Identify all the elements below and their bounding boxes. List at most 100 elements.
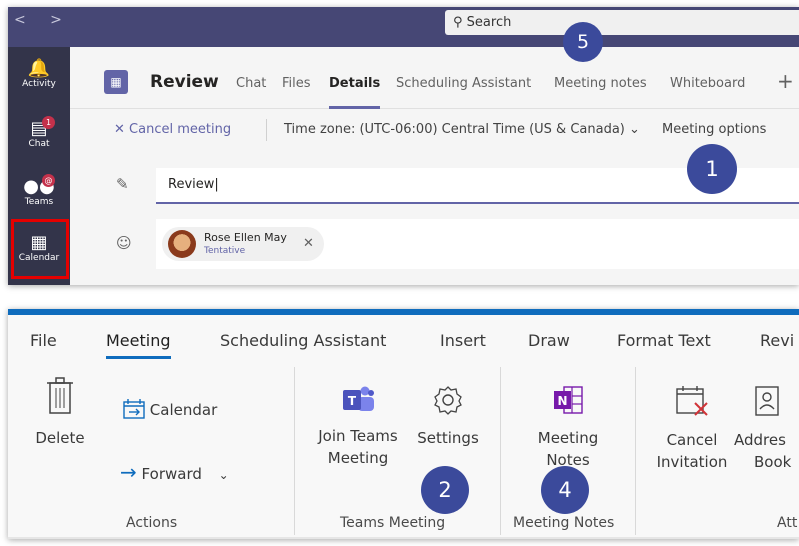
calendar-forward-icon — [123, 399, 145, 419]
group-divider — [500, 367, 501, 535]
group-label-meeting-notes: Meeting Notes — [513, 515, 615, 531]
trash-icon — [47, 377, 73, 414]
teams-meeting-window: < > ⚲ Search 🔔 Activity ▤ 1 Chat ●● @ Te… — [8, 7, 799, 285]
join-teams-label-2: Meeting — [327, 449, 389, 467]
add-tab-button[interactable]: + — [777, 69, 794, 93]
rail-item-chat[interactable]: ▤ 1 Chat — [8, 116, 70, 149]
history-arrows[interactable]: < > — [14, 12, 72, 28]
ribbon-tab-strip: File Meeting Scheduling Assistant Insert… — [8, 315, 799, 363]
group-divider — [635, 367, 636, 535]
arrow-right-icon: → — [120, 460, 137, 484]
meeting-options-button[interactable]: Meeting options — [662, 122, 766, 137]
teams-icon: ●● — [23, 176, 55, 197]
avatar — [168, 230, 196, 258]
tab-format-text[interactable]: Format Text — [617, 331, 711, 350]
close-icon: ✕ — [114, 122, 125, 137]
teams-logo-icon: T — [343, 386, 374, 411]
attendee-chip[interactable]: Rose Ellen May Tentative ✕ — [162, 227, 324, 261]
search-box[interactable]: ⚲ Search — [445, 10, 799, 35]
tab-files[interactable]: Files — [282, 76, 311, 91]
rail-label-teams: Teams — [24, 197, 54, 207]
chat-icon: ▤ — [30, 118, 48, 139]
attendees-field[interactable]: Rose Ellen May Tentative ✕ — [156, 219, 799, 269]
tab-meeting-notes[interactable]: Meeting notes — [554, 76, 647, 91]
tab-scheduling-assistant[interactable]: Scheduling Assistant — [396, 76, 531, 91]
svg-text:T: T — [348, 394, 357, 408]
time-zone-dropdown[interactable]: Time zone: (UTC-06:00) Central Time (US … — [284, 122, 640, 137]
remove-attendee-icon[interactable]: ✕ — [303, 236, 314, 251]
tab-draw[interactable]: Draw — [528, 331, 570, 350]
svg-text:N: N — [557, 394, 567, 408]
group-label-attendees: Att — [777, 515, 798, 531]
rail-item-teams[interactable]: ●● @ Teams — [8, 174, 70, 207]
bell-icon: 🔔 — [27, 58, 51, 79]
ribbon-body: Delete Calendar → Forward ⌄ Actions T Jo… — [8, 363, 799, 539]
text-cursor: | — [214, 177, 219, 192]
rail-item-activity[interactable]: 🔔 Activity — [8, 58, 70, 90]
address-book-button[interactable]: Addres Book — [734, 385, 799, 473]
address-book-label-1: Addres — [734, 431, 786, 449]
search-icon: ⚲ — [453, 15, 463, 30]
delete-label: Delete — [35, 429, 85, 447]
join-teams-label-1: Join Teams — [318, 427, 398, 445]
meeting-notes-button[interactable]: N Meeting Notes — [518, 385, 618, 471]
cancel-calendar-icon — [676, 386, 708, 416]
meeting-title: Review — [150, 72, 219, 92]
chevron-down-icon: ⌄ — [629, 122, 640, 137]
divider — [266, 119, 267, 141]
callout-5: 5 — [563, 22, 603, 62]
callout-1: 1 — [687, 144, 737, 194]
meeting-notes-label-1: Meeting — [537, 429, 599, 447]
title-input-value: Review — [168, 177, 215, 192]
forward-button[interactable]: → Forward ⌄ — [120, 460, 229, 484]
callout-2: 2 — [421, 466, 469, 514]
meeting-header: ▦ Review Chat Files Details Scheduling A… — [70, 47, 799, 109]
group-divider — [294, 367, 295, 535]
teams-badge: @ — [42, 174, 55, 187]
delete-button[interactable]: Delete — [30, 377, 90, 449]
calendar-highlight — [11, 219, 69, 279]
ribbon-bottom-border — [8, 537, 799, 539]
group-label-actions: Actions — [126, 515, 178, 531]
tab-review[interactable]: Revi — [760, 331, 794, 350]
cancel-meeting-label: Cancel meeting — [129, 122, 232, 137]
screenshot: < > ⚲ Search 🔔 Activity ▤ 1 Chat ●● @ Te… — [0, 0, 799, 546]
time-zone-label: Time zone: (UTC-06:00) Central Time (US … — [284, 122, 625, 137]
tab-chat[interactable]: Chat — [236, 76, 266, 91]
forward-label: Forward — [141, 465, 202, 483]
tab-details[interactable]: Details — [329, 76, 381, 109]
attendees-row: ☺ Rose Ellen May Tentative ✕ — [70, 219, 799, 269]
onenote-icon: N — [554, 386, 583, 414]
cancel-invitation-button[interactable]: Cancel Invitation — [652, 385, 732, 473]
settings-label: Settings — [417, 429, 479, 447]
rail-label-chat: Chat — [28, 139, 50, 149]
title-bar: < > ⚲ Search — [8, 7, 799, 47]
outlook-ribbon: File Meeting Scheduling Assistant Insert… — [8, 309, 799, 539]
settings-button[interactable]: Settings — [410, 385, 486, 449]
pencil-icon: ✎ — [116, 175, 129, 193]
address-book-label-2: Book — [754, 453, 792, 471]
join-teams-meeting-button[interactable]: T Join Teams Meeting — [308, 385, 408, 469]
calendar-label: Calendar — [149, 401, 218, 419]
tab-scheduling-assistant-ribbon[interactable]: Scheduling Assistant — [220, 331, 386, 350]
chevron-down-icon[interactable]: ⌄ — [219, 468, 229, 482]
chat-badge: 1 — [42, 116, 55, 129]
tab-insert[interactable]: Insert — [440, 331, 486, 350]
tab-meeting[interactable]: Meeting — [106, 331, 171, 359]
attendee-name: Rose Ellen May — [204, 231, 287, 244]
gear-icon — [434, 386, 462, 415]
calendar-button[interactable]: Calendar — [123, 399, 217, 419]
meeting-calendar-icon: ▦ — [104, 70, 128, 94]
group-label-teams-meeting: Teams Meeting — [340, 515, 446, 531]
rail-label-activity: Activity — [22, 79, 56, 89]
attendee-status: Tentative — [204, 246, 246, 256]
tab-whiteboard[interactable]: Whiteboard — [670, 76, 745, 91]
callout-4: 4 — [541, 466, 589, 514]
app-rail: 🔔 Activity ▤ 1 Chat ●● @ Teams ▦ Calenda… — [8, 47, 70, 285]
search-placeholder: Search — [466, 15, 512, 30]
cancel-invitation-label-1: Cancel — [666, 431, 718, 449]
command-bar: ✕ Cancel meeting Time zone: (UTC-06:00) … — [70, 110, 799, 148]
tab-file[interactable]: File — [30, 331, 57, 350]
address-book-icon — [755, 386, 779, 416]
cancel-meeting-button[interactable]: ✕ Cancel meeting — [114, 122, 231, 137]
